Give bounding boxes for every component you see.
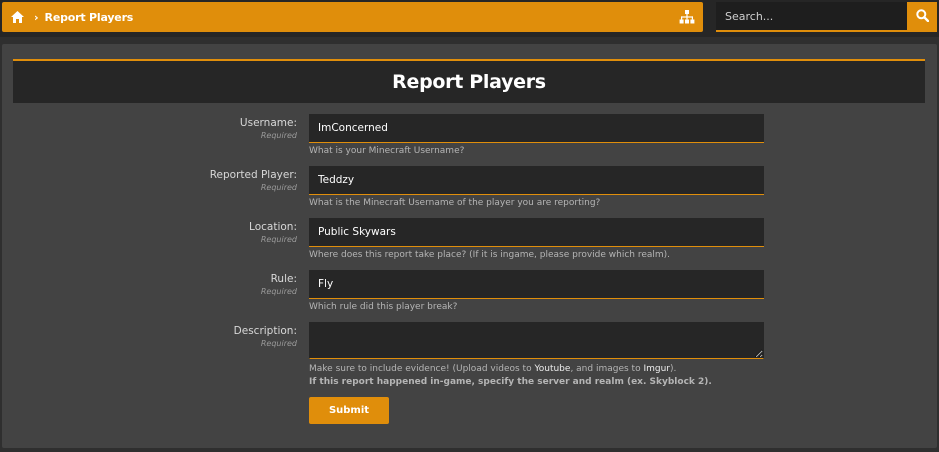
reported-player-label: Reported Player: [209, 169, 297, 181]
field-label: Username: Required [240, 117, 297, 140]
field-label: Rule: Required [261, 273, 297, 296]
home-icon[interactable] [4, 2, 30, 32]
top-bar: › Report Players [0, 0, 939, 37]
required-note: Required [260, 339, 297, 348]
required-note: Required [260, 235, 297, 244]
field-label: Reported Player: Required [210, 169, 297, 192]
rule-label: Rule: [270, 273, 297, 285]
imgur-link[interactable]: Imgur [643, 364, 670, 374]
username-input[interactable] [309, 114, 764, 143]
field-label: Location: Required [249, 221, 297, 244]
required-note: Required [260, 287, 297, 296]
panel-header: Report Players [13, 59, 925, 103]
submit-button[interactable]: Submit [309, 397, 389, 424]
search-icon [915, 9, 929, 25]
rule-input[interactable] [309, 270, 764, 299]
report-panel: Report Players Username: Required What i… [2, 44, 937, 448]
description-hint-ingame: If this report happened in-game, specify… [309, 377, 712, 387]
search-input[interactable] [716, 2, 907, 32]
chevron-right-icon: › [34, 10, 39, 24]
username-hint: What is your Minecraft Username? [309, 146, 465, 156]
sitemap-icon[interactable] [679, 9, 695, 25]
description-hint: Make sure to include evidence! (Upload v… [309, 364, 676, 374]
hint-text: , and images to [570, 364, 644, 374]
username-label: Username: [239, 117, 297, 129]
hint-text: ). [669, 364, 677, 374]
location-hint: Where does this report take place? (If i… [309, 250, 671, 260]
reported-player-input[interactable] [309, 166, 764, 195]
required-note: Required [260, 131, 297, 140]
hint-text: Make sure to include evidence! (Upload v… [309, 364, 535, 374]
breadcrumb-current[interactable]: Report Players [45, 11, 134, 24]
field-label: Description: Required [234, 325, 297, 348]
reported-player-hint: What is the Minecraft Username of the pl… [309, 198, 601, 208]
page-title: Report Players [392, 71, 546, 93]
description-label: Description: [233, 325, 297, 337]
youtube-link[interactable]: Youtube [534, 364, 570, 374]
description-textarea[interactable] [309, 322, 764, 359]
search-bar [716, 2, 937, 32]
required-note: Required [260, 183, 297, 192]
rule-hint: Which rule did this player break? [309, 302, 458, 312]
search-button[interactable] [907, 2, 937, 32]
breadcrumb: › Report Players [2, 2, 703, 32]
location-label: Location: [249, 221, 297, 233]
location-input[interactable] [309, 218, 764, 247]
